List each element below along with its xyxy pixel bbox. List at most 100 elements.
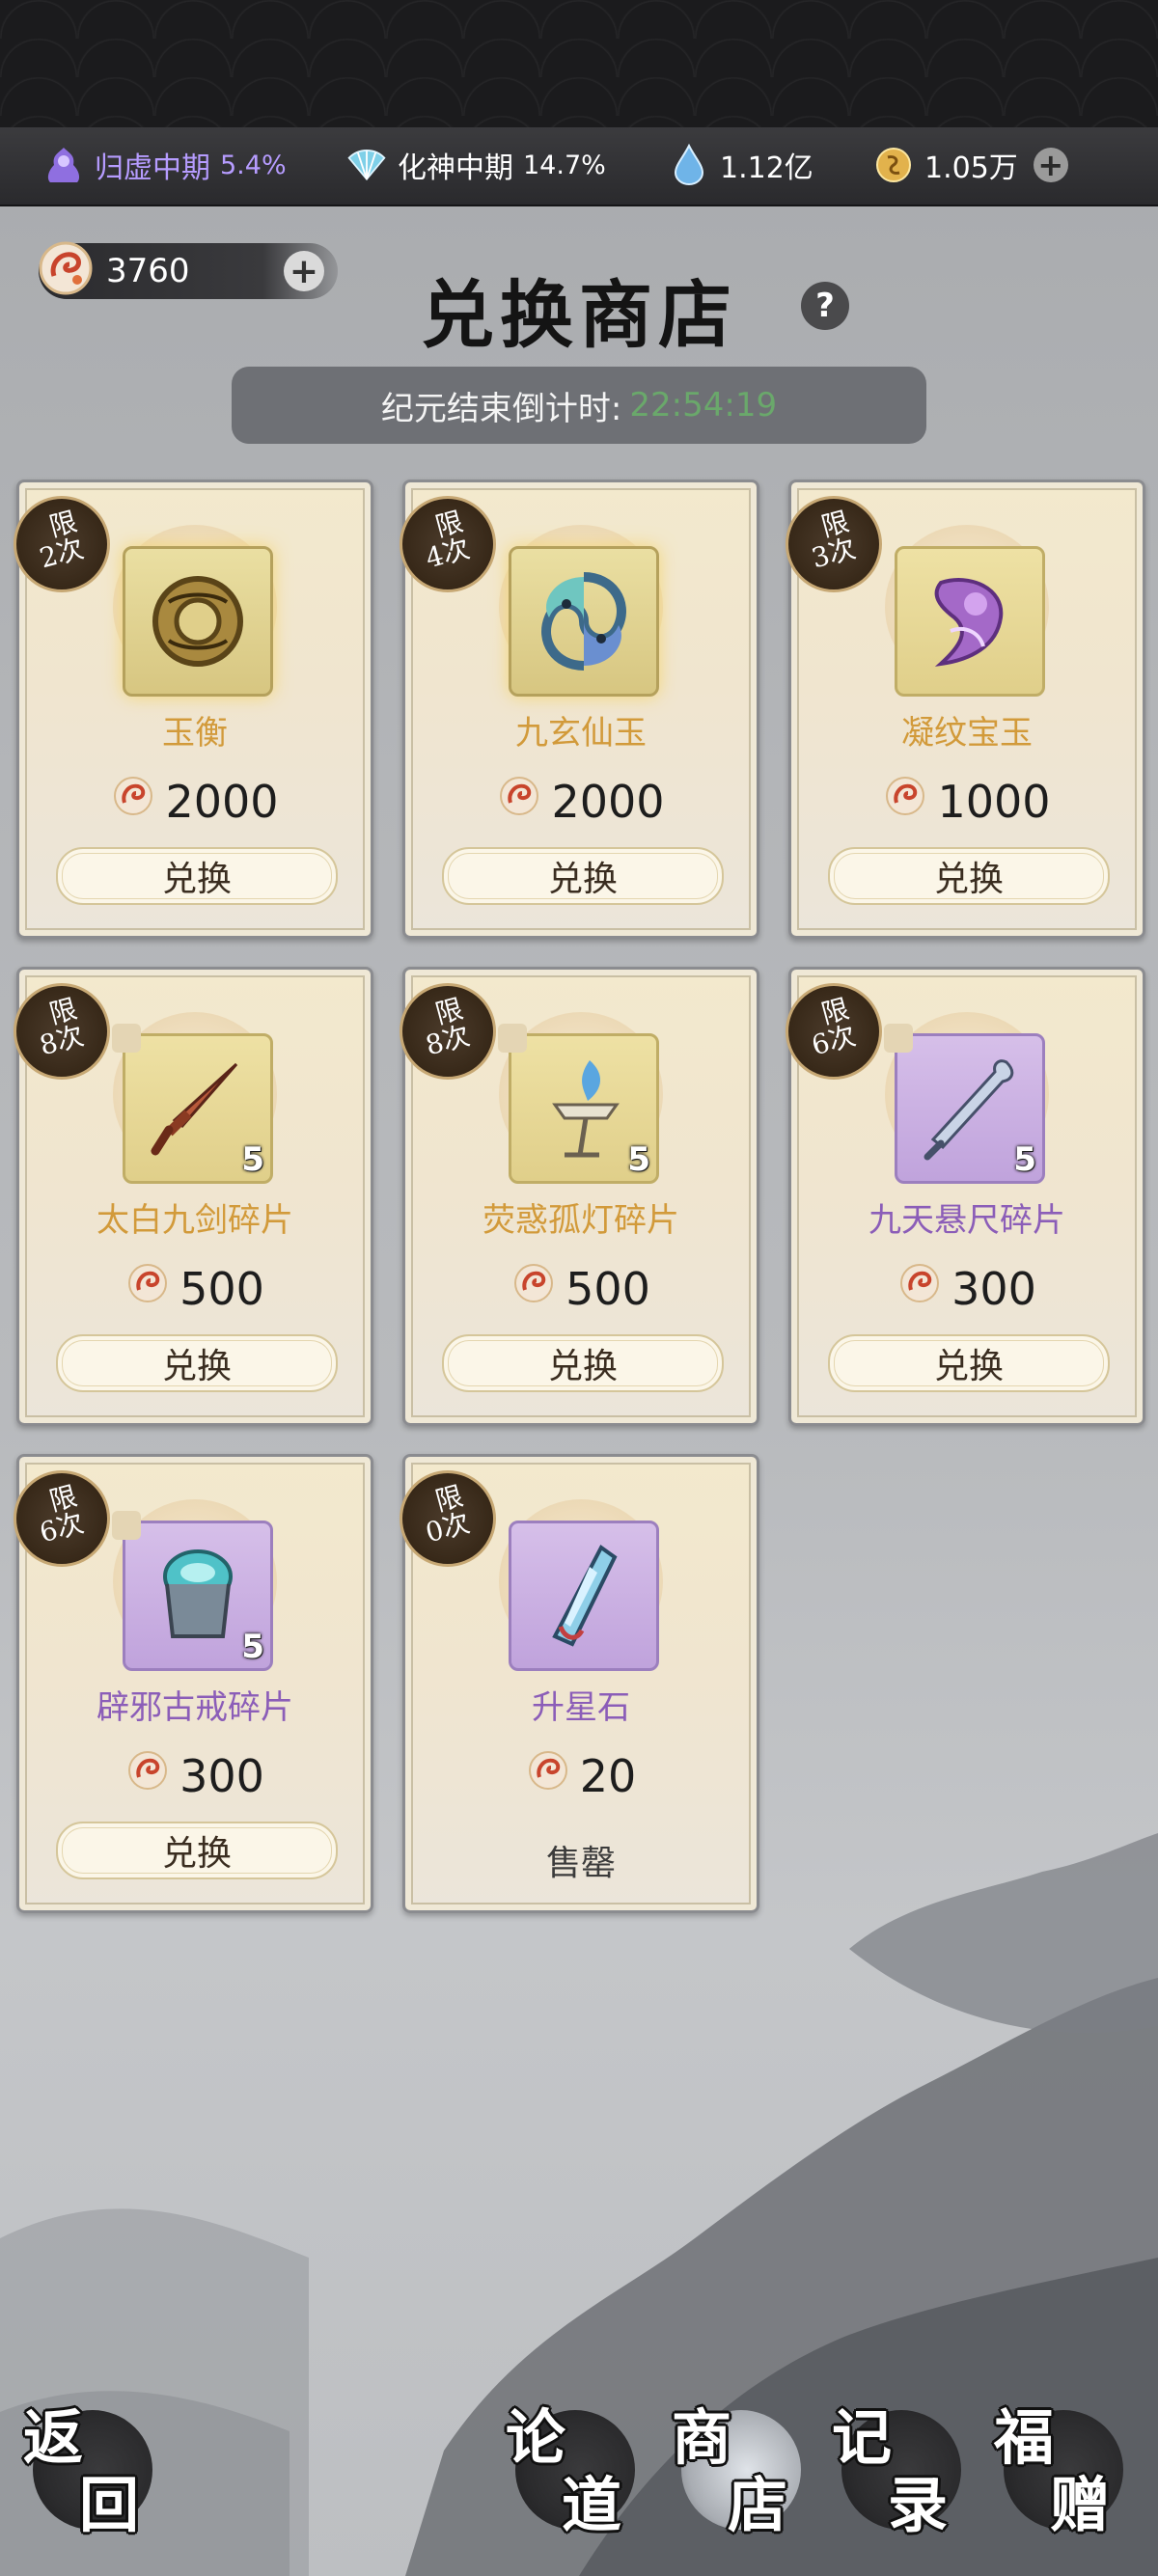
copper-stat[interactable]: 1.05万 + <box>872 144 1068 186</box>
item-price-value: 500 <box>565 1262 650 1315</box>
star-stone-icon <box>552 1545 618 1647</box>
nav-records[interactable]: 记 录 <box>832 2402 961 2540</box>
item-name: 凝纹宝玉 <box>901 714 1033 753</box>
exchange-token-amount: 3760 <box>106 252 190 290</box>
realm-1-label: 归虚中期 <box>95 151 210 185</box>
item-price: 20 <box>405 1748 757 1803</box>
exchange-token-icon <box>497 774 541 829</box>
item-slot[interactable]: 5 <box>895 1033 1045 1184</box>
top-decorative-band <box>0 0 1158 127</box>
realm-1-pct: 5.4% <box>220 150 287 180</box>
shop-card-taibai-sword-fragment[interactable]: 5 限 8次 太白九剑碎片 500 兑换 <box>14 967 373 1426</box>
lamp-icon <box>552 1060 620 1158</box>
records-label-char-1: 记 <box>832 2402 893 2473</box>
realm-2-label: 化神中期 <box>398 151 513 185</box>
shop-card-ningwen-baoyu[interactable]: 限 3次 凝纹宝玉 1000 兑换 <box>786 480 1145 939</box>
limit-badge: 限 6次 <box>786 983 882 1080</box>
exchange-token-icon <box>883 774 927 829</box>
gifts-label-char-1: 福 <box>994 2402 1055 2473</box>
limit-badge: 限 6次 <box>14 1470 110 1567</box>
jade-ring-icon <box>152 576 243 667</box>
realm-1-stat[interactable]: 归虚中期 5.4% <box>42 144 287 186</box>
page-title: 兑换商店 <box>421 272 737 358</box>
exchange-token-icon <box>511 1261 556 1316</box>
countdown-time: 22:54:19 <box>629 386 778 425</box>
exchange-token-icon <box>111 774 155 829</box>
purple-jade-icon <box>934 578 1004 667</box>
item-price-value: 300 <box>951 1262 1036 1315</box>
item-slot[interactable] <box>895 546 1045 697</box>
add-exchange-token-button[interactable]: + <box>284 251 324 291</box>
realm-2-stat[interactable]: 化神中期 14.7% <box>345 144 606 186</box>
item-price: 300 <box>19 1748 371 1803</box>
exchange-button[interactable]: 兑换 <box>56 1334 338 1392</box>
exchange-token-icon <box>125 1748 170 1803</box>
item-slot[interactable] <box>123 546 273 697</box>
purple-figure-icon <box>42 144 85 186</box>
item-slot[interactable]: 5 <box>123 1033 273 1184</box>
item-quantity: 5 <box>627 1140 650 1179</box>
discuss-label-char-2: 道 <box>562 2470 622 2540</box>
shop-card-yinghuo-lamp-fragment[interactable]: 5 限 8次 荧惑孤灯碎片 500 兑换 <box>400 967 759 1426</box>
limit-badge: 限 2次 <box>14 496 110 592</box>
back-button[interactable]: 返 回 <box>23 2402 152 2540</box>
limit-badge: 限 8次 <box>400 983 496 1080</box>
item-name: 九玄仙玉 <box>515 714 647 753</box>
ancient-ring-icon <box>163 1549 233 1638</box>
nav-shop[interactable]: 商 店 <box>672 2402 801 2540</box>
item-name: 辟邪古戒碎片 <box>96 1688 293 1727</box>
nav-gifts[interactable]: 福 赠 <box>994 2402 1123 2540</box>
nav-discuss-dao[interactable]: 论 道 <box>506 2402 635 2540</box>
shop-label-char-1: 商 <box>672 2402 732 2473</box>
fragment-piece-icon <box>884 1024 913 1053</box>
item-price: 300 <box>791 1261 1143 1316</box>
water-drop-icon <box>668 144 710 186</box>
item-price-value: 300 <box>179 1749 264 1802</box>
item-price-value: 2000 <box>551 775 665 828</box>
limit-badge: 限 8次 <box>14 983 110 1080</box>
item-slot[interactable] <box>509 1521 659 1671</box>
shop-card-jiuxuan-xianyu[interactable]: 限 4次 九玄仙玉 2000 兑换 <box>400 480 759 939</box>
exchange-button[interactable]: 兑换 <box>442 847 724 905</box>
item-slot[interactable]: 5 <box>509 1033 659 1184</box>
shop-card-jiutian-ruler-fragment[interactable]: 5 限 6次 九天悬尺碎片 300 兑换 <box>786 967 1145 1426</box>
exchange-button[interactable]: 兑换 <box>442 1334 724 1392</box>
copper-amount: 1.05万 <box>924 151 1018 185</box>
item-name: 玉衡 <box>162 714 228 753</box>
exchange-button[interactable]: 兑换 <box>828 1334 1110 1392</box>
item-price: 2000 <box>405 774 757 829</box>
help-button[interactable]: ? <box>801 282 849 330</box>
spirit-stone-stat[interactable]: 1.12亿 <box>668 144 813 186</box>
item-slot[interactable]: 5 <box>123 1521 273 1671</box>
exchange-button[interactable]: 兑换 <box>56 847 338 905</box>
shop-label-char-2: 店 <box>728 2470 788 2540</box>
item-name: 九天悬尺碎片 <box>868 1201 1065 1240</box>
add-copper-button[interactable]: + <box>1033 147 1068 183</box>
fragment-piece-icon <box>112 1511 141 1540</box>
item-name: 升星石 <box>532 1688 630 1727</box>
sword-icon <box>151 1062 238 1156</box>
back-label-char-1: 返 <box>23 2402 84 2473</box>
exchange-token-icon <box>897 1261 942 1316</box>
item-price-value: 20 <box>579 1749 637 1802</box>
discuss-label-char-1: 论 <box>506 2402 566 2473</box>
limit-badge: 限 0次 <box>400 1470 496 1567</box>
item-slot[interactable] <box>509 546 659 697</box>
item-name: 太白九剑碎片 <box>96 1201 293 1240</box>
fragment-piece-icon <box>498 1024 527 1053</box>
exchange-button[interactable]: 兑换 <box>828 847 1110 905</box>
exchange-currency-pill: 3760 + <box>39 241 338 299</box>
item-quantity: 5 <box>1013 1140 1036 1179</box>
gifts-label-char-2: 赠 <box>1050 2470 1111 2540</box>
spirit-stone-amount: 1.12亿 <box>720 151 813 185</box>
shop-card-yuheng[interactable]: 限 2次 玉衡 2000 兑换 <box>14 480 373 939</box>
fan-icon <box>345 144 388 186</box>
resource-status-bar: 归虚中期 5.4% 化神中期 14.7% 1.12亿 1.05万 + <box>0 127 1158 206</box>
item-price-value: 500 <box>179 1262 264 1315</box>
countdown-label: 纪元结束倒计时: <box>380 389 622 428</box>
exchange-token-icon <box>526 1748 570 1803</box>
fragment-piece-icon <box>112 1024 141 1053</box>
twin-fish-jade-icon <box>541 572 626 671</box>
ruler-blade-icon <box>924 1059 1014 1161</box>
limit-badge: 限 4次 <box>400 496 496 592</box>
